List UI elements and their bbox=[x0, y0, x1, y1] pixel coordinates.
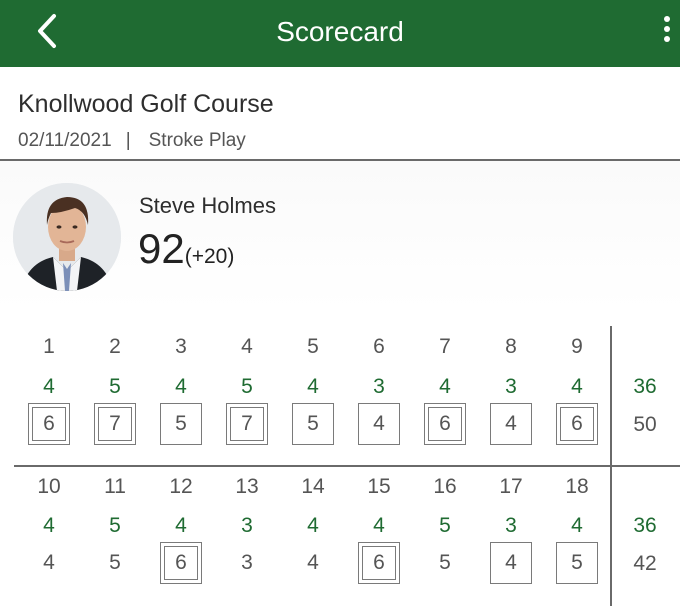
hole-number: 7 bbox=[439, 335, 451, 358]
hole-score[interactable]: 5 bbox=[415, 542, 475, 584]
hole-score[interactable]: 4 bbox=[481, 542, 541, 584]
page-title: Scorecard bbox=[276, 16, 404, 47]
hole-score[interactable]: 3 bbox=[217, 542, 277, 584]
hole-number: 18 bbox=[565, 475, 589, 498]
hole-par: 4 bbox=[175, 514, 187, 537]
hole-number: 8 bbox=[505, 335, 517, 358]
hole-par: 4 bbox=[307, 375, 319, 398]
hole-number: 17 bbox=[499, 475, 523, 498]
hole-par: 3 bbox=[505, 514, 517, 537]
hole-number: 1 bbox=[43, 335, 55, 358]
app-header: Scorecard bbox=[0, 0, 680, 67]
hole-par: 5 bbox=[109, 375, 121, 398]
scorecard-grid: 36 50 36 42 1462573454575456347468349461… bbox=[0, 311, 680, 615]
hole-par: 4 bbox=[43, 514, 55, 537]
hole-number: 3 bbox=[175, 335, 187, 358]
score-to-par: (+20) bbox=[184, 245, 235, 268]
back-nine-par-total: 36 bbox=[633, 514, 657, 537]
hole-score[interactable]: 6 bbox=[19, 403, 79, 445]
avatar bbox=[13, 183, 121, 291]
hole-par: 4 bbox=[439, 375, 451, 398]
hole-score[interactable]: 6 bbox=[547, 403, 607, 445]
hole-score[interactable]: 7 bbox=[85, 403, 145, 445]
course-name: Knollwood Golf Course bbox=[18, 90, 274, 118]
hole-par: 4 bbox=[373, 514, 385, 537]
hole-number: 13 bbox=[235, 475, 259, 498]
hole-score[interactable]: 4 bbox=[481, 403, 541, 445]
hole-score[interactable]: 5 bbox=[151, 403, 211, 445]
player-name: Steve Holmes bbox=[139, 193, 276, 218]
front-nine-score-total: 50 bbox=[633, 413, 657, 436]
hole-par: 5 bbox=[439, 514, 451, 537]
hole-number: 5 bbox=[307, 335, 319, 358]
hole-number: 14 bbox=[301, 475, 325, 498]
gross-score: 92 bbox=[138, 225, 185, 272]
hole-score[interactable]: 5 bbox=[547, 542, 607, 584]
hole-number: 9 bbox=[571, 335, 583, 358]
hole-score[interactable]: 4 bbox=[349, 403, 409, 445]
player-summary: Steve Holmes 92(+20) bbox=[0, 161, 680, 311]
round-format: Stroke Play bbox=[148, 130, 246, 151]
hole-par: 3 bbox=[373, 375, 385, 398]
round-meta: 02/11/2021 | Stroke Play bbox=[18, 129, 246, 153]
hole-par: 4 bbox=[571, 514, 583, 537]
hole-number: 11 bbox=[104, 475, 126, 498]
hole-par: 5 bbox=[241, 375, 253, 398]
hole-number: 12 bbox=[169, 475, 193, 498]
player-total-score: 92(+20) bbox=[138, 225, 234, 283]
hole-par: 4 bbox=[307, 514, 319, 537]
back-nine-score-total: 42 bbox=[633, 552, 657, 575]
hole-score[interactable]: 6 bbox=[415, 403, 475, 445]
hole-par: 3 bbox=[505, 375, 517, 398]
nine-divider bbox=[14, 465, 680, 467]
hole-number: 16 bbox=[433, 475, 457, 498]
front-nine-par-total: 36 bbox=[633, 375, 657, 398]
round-date: 02/11/2021 bbox=[18, 130, 112, 151]
round-info: Knollwood Golf Course 02/11/2021 | Stroke … bbox=[0, 67, 680, 161]
hole-par: 5 bbox=[109, 514, 121, 537]
hole-score[interactable]: 5 bbox=[85, 542, 145, 584]
hole-score[interactable]: 5 bbox=[283, 403, 343, 445]
hole-score[interactable]: 4 bbox=[283, 542, 343, 584]
hole-number: 6 bbox=[373, 335, 385, 358]
hole-number: 15 bbox=[367, 475, 391, 498]
hole-number: 4 bbox=[241, 335, 253, 358]
hole-number: 2 bbox=[109, 335, 121, 358]
hole-par: 4 bbox=[571, 375, 583, 398]
hole-par: 3 bbox=[241, 514, 253, 537]
hole-score[interactable]: 6 bbox=[349, 542, 409, 584]
more-menu-button[interactable] bbox=[660, 14, 674, 46]
hole-number: 10 bbox=[37, 475, 61, 498]
hole-score[interactable]: 7 bbox=[217, 403, 277, 445]
hole-score[interactable]: 4 bbox=[19, 542, 79, 584]
hole-par: 4 bbox=[175, 375, 187, 398]
meta-separator: | bbox=[125, 130, 131, 151]
hole-par: 4 bbox=[43, 375, 55, 398]
hole-score[interactable]: 6 bbox=[151, 542, 211, 584]
